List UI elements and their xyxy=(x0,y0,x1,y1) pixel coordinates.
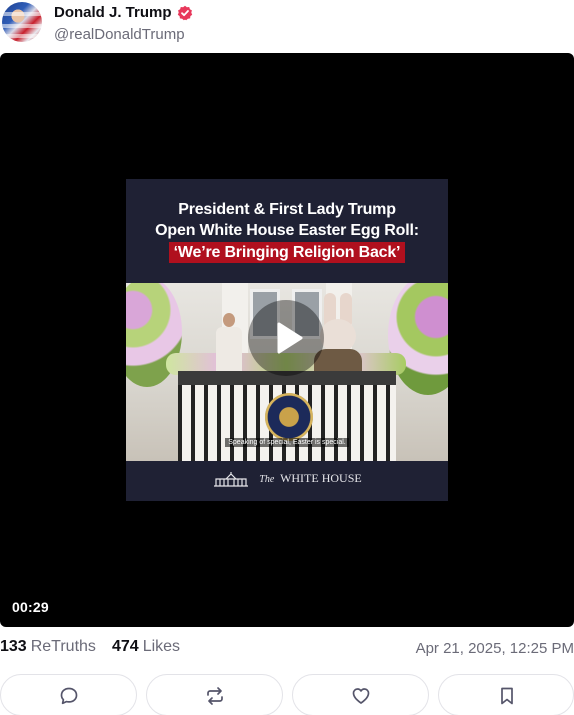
author-name[interactable]: Donald J. Trump xyxy=(54,4,172,21)
post-stats: 133 ReTruths 474 Likes Apr 21, 2025, 12:25… xyxy=(0,636,574,658)
video-caption: Speaking of special, Easter is special. xyxy=(126,438,448,447)
headline-line-1: President & First Lady Trump xyxy=(178,201,396,218)
author-handle[interactable]: @realDonaldTrump xyxy=(54,26,185,43)
reply-button[interactable] xyxy=(0,674,137,715)
white-house-icon xyxy=(214,472,249,487)
retruths-stat[interactable]: 133 ReTruths xyxy=(0,638,96,656)
first-lady-figure xyxy=(214,313,244,373)
logo-name: WHITE HOUSE xyxy=(280,471,362,485)
likes-count: 474 xyxy=(112,638,139,655)
video-duration: 00:29 xyxy=(12,599,49,615)
likes-label: Likes xyxy=(142,638,181,655)
logo-the: The xyxy=(259,474,275,485)
presidential-seal xyxy=(265,393,313,441)
retruth-button[interactable] xyxy=(146,674,283,715)
poster-headline: President & First Lady Trump Open White … xyxy=(126,199,448,263)
post-timestamp[interactable]: Apr 21, 2025, 12:25 PM xyxy=(416,640,574,657)
avatar[interactable] xyxy=(2,2,42,42)
headline-line-2: Open White House Easter Egg Roll: xyxy=(155,222,419,239)
post-header: Donald J. Trump @realDonaldTrump xyxy=(0,0,574,50)
white-house-logo: The WHITE HOUSE xyxy=(126,471,448,487)
play-button[interactable] xyxy=(248,300,324,376)
retruths-count: 133 xyxy=(0,638,27,655)
bookmark-button[interactable] xyxy=(438,674,574,715)
heart-icon xyxy=(352,688,370,704)
like-button[interactable] xyxy=(292,674,429,715)
comment-icon xyxy=(60,687,78,705)
bookmark-icon xyxy=(501,687,513,705)
verified-badge-icon xyxy=(177,5,192,20)
author-name-row[interactable]: Donald J. Trump xyxy=(54,4,193,21)
headline-highlight: ‘We’re Bringing Religion Back’ xyxy=(168,242,406,263)
likes-stat[interactable]: 474 Likes xyxy=(112,638,180,656)
repost-icon xyxy=(207,687,223,705)
action-bar xyxy=(0,674,574,715)
retruths-label: ReTruths xyxy=(30,638,96,655)
play-icon xyxy=(277,322,303,354)
video-player[interactable]: President & First Lady Trump Open White … xyxy=(0,53,574,627)
